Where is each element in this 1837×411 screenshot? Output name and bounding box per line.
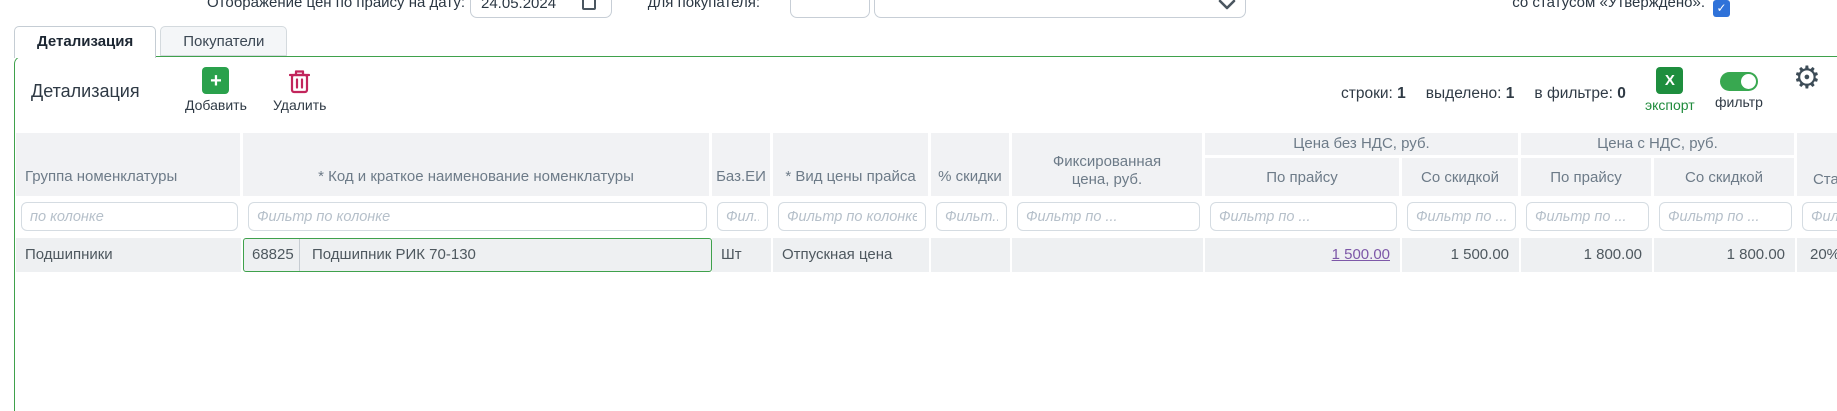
cell-code-name-editable[interactable]: 68825 Подшипник РИК 70-130 xyxy=(243,238,712,272)
filter-input-discount[interactable] xyxy=(936,202,1007,231)
buyer-code-input[interactable] xyxy=(790,0,870,18)
panel-title: Детализация xyxy=(31,81,140,101)
filter-input-fixed-price[interactable] xyxy=(1017,202,1200,231)
filter-input-base-unit[interactable] xyxy=(717,202,768,231)
cell-price-type[interactable]: Отпускная цена xyxy=(773,238,931,272)
filter-cell xyxy=(1205,196,1402,238)
cell-no-vat-disc[interactable]: 1 500.00 xyxy=(1402,238,1521,272)
cell-base-unit[interactable]: Шт xyxy=(712,238,773,272)
trash-icon xyxy=(289,70,311,94)
col-header-no-vat-disc[interactable]: Со скидкой xyxy=(1402,158,1521,196)
buyer-select[interactable] xyxy=(874,0,1246,18)
tab-detail[interactable]: Детализация xyxy=(14,26,157,58)
filter-input-no-vat-list[interactable] xyxy=(1210,202,1397,231)
cell-vat-list[interactable]: 1 800.00 xyxy=(1521,238,1654,272)
cell-name[interactable]: Подшипник РИК 70-130 xyxy=(300,239,476,271)
col-header-vat-rate[interactable]: Ставка НДС xyxy=(1797,133,1837,196)
filter-cell xyxy=(243,196,712,238)
filter-input-vat-list[interactable] xyxy=(1526,202,1649,231)
cell-code[interactable]: 68825 xyxy=(244,239,300,271)
group-header-no-vat: Цена без НДС, руб. xyxy=(1205,133,1521,158)
filter-cell xyxy=(1521,196,1654,238)
gear-icon[interactable]: ⚙ xyxy=(1793,63,1821,94)
in-filter-stat: в фильтре: 0 xyxy=(1534,85,1626,102)
filter-input-code-name[interactable] xyxy=(248,202,707,231)
filter-cell xyxy=(1654,196,1797,238)
selected-stat: выделено: 1 xyxy=(1425,85,1515,102)
date-label: Отображение цен по прайсу на дату: xyxy=(206,0,465,11)
chevron-down-icon xyxy=(1218,0,1236,10)
buyer-label: для покупателя: xyxy=(647,0,760,11)
group-header-with-vat: Цена с НДС, руб. xyxy=(1521,133,1797,158)
col-header-vat-list[interactable]: По прайсу xyxy=(1521,158,1654,196)
status-checkbox[interactable]: ✓ xyxy=(1713,0,1730,17)
col-header-code-name[interactable]: * Код и краткое наименование номенклатур… xyxy=(243,133,712,196)
filter-cell xyxy=(1797,196,1837,238)
rows-stat: строки: 1 xyxy=(1341,85,1406,102)
filter-cell xyxy=(1012,196,1205,238)
filter-input-price-type[interactable] xyxy=(778,202,926,231)
filter-cell xyxy=(773,196,931,238)
cell-fixed-price[interactable] xyxy=(1012,238,1205,272)
col-header-price-type[interactable]: * Вид цены прайса xyxy=(773,133,931,196)
cell-vat-rate[interactable]: 20% xyxy=(1797,238,1837,272)
filter-cell xyxy=(1402,196,1521,238)
price-link[interactable]: 1 500.00 xyxy=(1332,246,1390,263)
toggle-on-icon xyxy=(1719,72,1758,91)
top-filter-bar: Отображение цен по прайсу на дату: для п… xyxy=(0,0,1837,18)
filter-input-group[interactable] xyxy=(21,202,238,231)
filter-cell xyxy=(16,196,243,238)
col-header-discount[interactable]: % скидки xyxy=(931,133,1012,196)
price-detail-table: Группа номенклатуры * Код и краткое наим… xyxy=(16,133,1837,272)
col-header-vat-disc[interactable]: Со скидкой xyxy=(1654,158,1797,196)
export-button[interactable]: X экспорт xyxy=(1645,67,1695,113)
filter-cell xyxy=(931,196,1012,238)
delete-button-label: Удалить xyxy=(273,97,327,113)
filter-input-no-vat-disc[interactable] xyxy=(1407,202,1516,231)
export-button-label: экспорт xyxy=(1645,97,1695,113)
filter-cell xyxy=(712,196,773,238)
col-header-base-unit[interactable]: Баз.ЕИ xyxy=(712,133,773,196)
excel-export-icon: X xyxy=(1656,67,1684,94)
col-header-no-vat-list[interactable]: По прайсу xyxy=(1205,158,1402,196)
cell-no-vat-list: 1 500.00 xyxy=(1205,238,1402,272)
cell-vat-disc[interactable]: 1 800.00 xyxy=(1654,238,1797,272)
tab-buyers[interactable]: Покупатели xyxy=(160,26,288,56)
col-header-group[interactable]: Группа номенклатуры xyxy=(16,133,243,196)
filter-input-vat-rate[interactable] xyxy=(1802,202,1837,231)
col-header-fixed-price[interactable]: Фиксированная цена, руб. xyxy=(1012,133,1205,196)
filter-toggle[interactable]: фильтр xyxy=(1715,72,1763,110)
filter-toggle-label: фильтр xyxy=(1715,94,1763,110)
add-button[interactable]: + Добавить xyxy=(185,67,247,113)
filter-input-vat-disc[interactable] xyxy=(1659,202,1792,231)
grid-stats: строки: 1 выделено: 1 в фильтре: 0 xyxy=(1341,85,1626,103)
add-button-label: Добавить xyxy=(185,97,247,113)
delete-button[interactable]: Удалить xyxy=(273,69,326,113)
cell-group[interactable]: Подшипники xyxy=(16,238,243,272)
plus-icon: + xyxy=(202,67,230,94)
status-label: со статусом «Утверждено». xyxy=(1512,0,1705,11)
cell-discount[interactable] xyxy=(931,238,1012,272)
tab-bar: Детализация Покупатели xyxy=(14,26,288,58)
